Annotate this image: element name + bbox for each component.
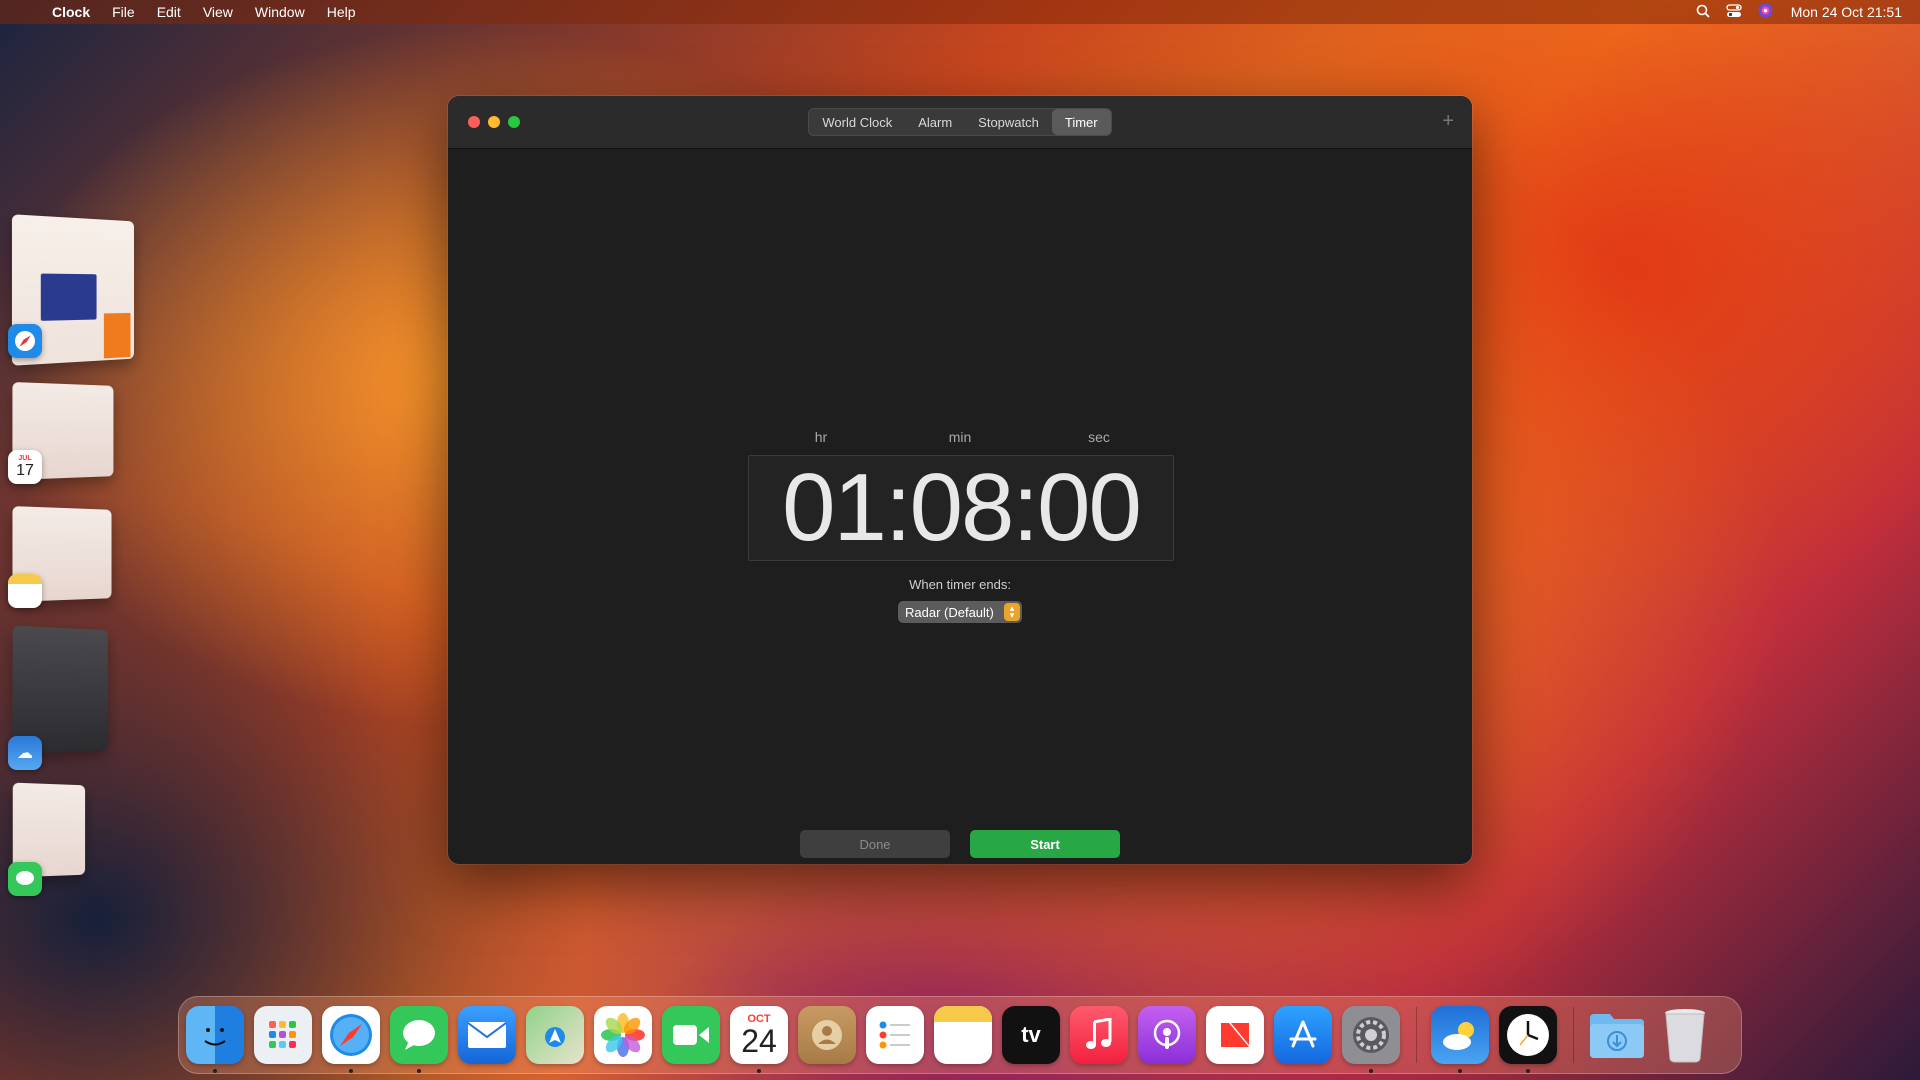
downloads-folder-icon[interactable] (1588, 1006, 1646, 1064)
stage-messages-window[interactable] (8, 782, 88, 896)
seconds-unit-label: sec (1088, 429, 1110, 445)
clock-icon[interactable] (1499, 1006, 1557, 1073)
done-button[interactable]: Done (800, 830, 950, 858)
control-center-icon[interactable] (1726, 3, 1742, 21)
spotlight-search-icon[interactable] (1696, 4, 1710, 21)
dock-separator (1416, 1007, 1417, 1063)
minimize-window-button[interactable] (488, 116, 500, 128)
close-window-button[interactable] (468, 116, 480, 128)
weather-icon[interactable] (1431, 1006, 1489, 1073)
zoom-window-button[interactable] (508, 116, 520, 128)
minutes-field[interactable]: 08 (910, 453, 1015, 563)
notes-icon (8, 574, 42, 608)
timer-display[interactable]: 01 : 08 : 00 (748, 453, 1174, 563)
safari-icon[interactable] (322, 1006, 380, 1073)
select-stepper-icon: ▴ ▾ (1004, 603, 1020, 621)
timer-sound-value: Radar (Default) (905, 604, 994, 620)
app-store-icon[interactable] (1274, 1006, 1332, 1064)
notes-icon[interactable] (934, 1006, 992, 1064)
launchpad-icon[interactable] (254, 1006, 312, 1064)
stage-notes-window[interactable] (8, 506, 116, 608)
tab-timer[interactable]: Timer (1051, 109, 1111, 135)
stage-calendar-window[interactable]: JUL 17 (8, 381, 118, 484)
weather-icon: ☁ (8, 736, 42, 770)
calendar-icon: JUL 17 (8, 450, 42, 484)
hours-unit-label: hr (814, 429, 828, 445)
stage-safari-window[interactable] (8, 214, 140, 366)
mail-icon[interactable] (458, 1006, 516, 1064)
start-button[interactable]: Start (970, 830, 1120, 858)
time-separator: : (884, 454, 912, 561)
menu-app-name[interactable]: Clock (52, 4, 90, 20)
title-bar: World Clock Alarm Stopwatch Timer + (448, 96, 1472, 149)
seconds-field[interactable]: 00 (1037, 453, 1142, 563)
menu-bar: Clock File Edit View Window Help Mon 24 … (0, 0, 1920, 24)
maps-icon[interactable] (526, 1006, 584, 1064)
apple-tv-icon[interactable]: tv (1002, 1006, 1060, 1064)
timer-panel: hr min sec 01 : 08 : 00 When timer ends:… (448, 149, 1472, 864)
dock: OCT 24 tv (178, 996, 1742, 1074)
photos-icon[interactable] (594, 1006, 652, 1064)
menubar-datetime[interactable]: Mon 24 Oct 21:51 (1791, 4, 1902, 20)
contacts-icon[interactable] (798, 1006, 856, 1064)
minutes-unit-label: min (948, 429, 972, 445)
hours-field[interactable]: 01 (782, 453, 887, 563)
system-settings-icon[interactable] (1342, 1006, 1400, 1073)
messages-icon (8, 862, 42, 896)
timer-sound-select[interactable]: Radar (Default) ▴ ▾ (898, 601, 1022, 623)
finder-icon[interactable] (186, 1006, 244, 1073)
menu-view[interactable]: View (203, 4, 233, 20)
messages-icon[interactable] (390, 1006, 448, 1073)
menu-edit[interactable]: Edit (157, 4, 181, 20)
safari-icon (8, 324, 42, 358)
trash-icon[interactable] (1656, 1006, 1714, 1064)
tab-alarm[interactable]: Alarm (905, 109, 965, 135)
menu-window[interactable]: Window (255, 4, 305, 20)
tab-bar: World Clock Alarm Stopwatch Timer (808, 108, 1112, 136)
menu-help[interactable]: Help (327, 4, 356, 20)
news-icon[interactable] (1206, 1006, 1264, 1064)
stage-weather-window[interactable]: ☁ (8, 625, 112, 770)
time-separator: : (1012, 454, 1039, 561)
facetime-icon[interactable] (662, 1006, 720, 1064)
dock-separator (1573, 1007, 1574, 1063)
tab-world-clock[interactable]: World Clock (809, 109, 905, 135)
when-timer-ends-label: When timer ends: (909, 577, 1011, 592)
add-icon[interactable]: + (1442, 110, 1454, 133)
siri-icon[interactable] (1758, 3, 1773, 21)
tab-stopwatch[interactable]: Stopwatch (965, 109, 1052, 135)
podcasts-icon[interactable] (1138, 1006, 1196, 1064)
calendar-icon[interactable]: OCT 24 (730, 1006, 788, 1073)
menu-file[interactable]: File (112, 4, 135, 20)
music-icon[interactable] (1070, 1006, 1128, 1064)
clock-window: World Clock Alarm Stopwatch Timer + hr m… (448, 96, 1472, 864)
reminders-icon[interactable] (866, 1006, 924, 1064)
